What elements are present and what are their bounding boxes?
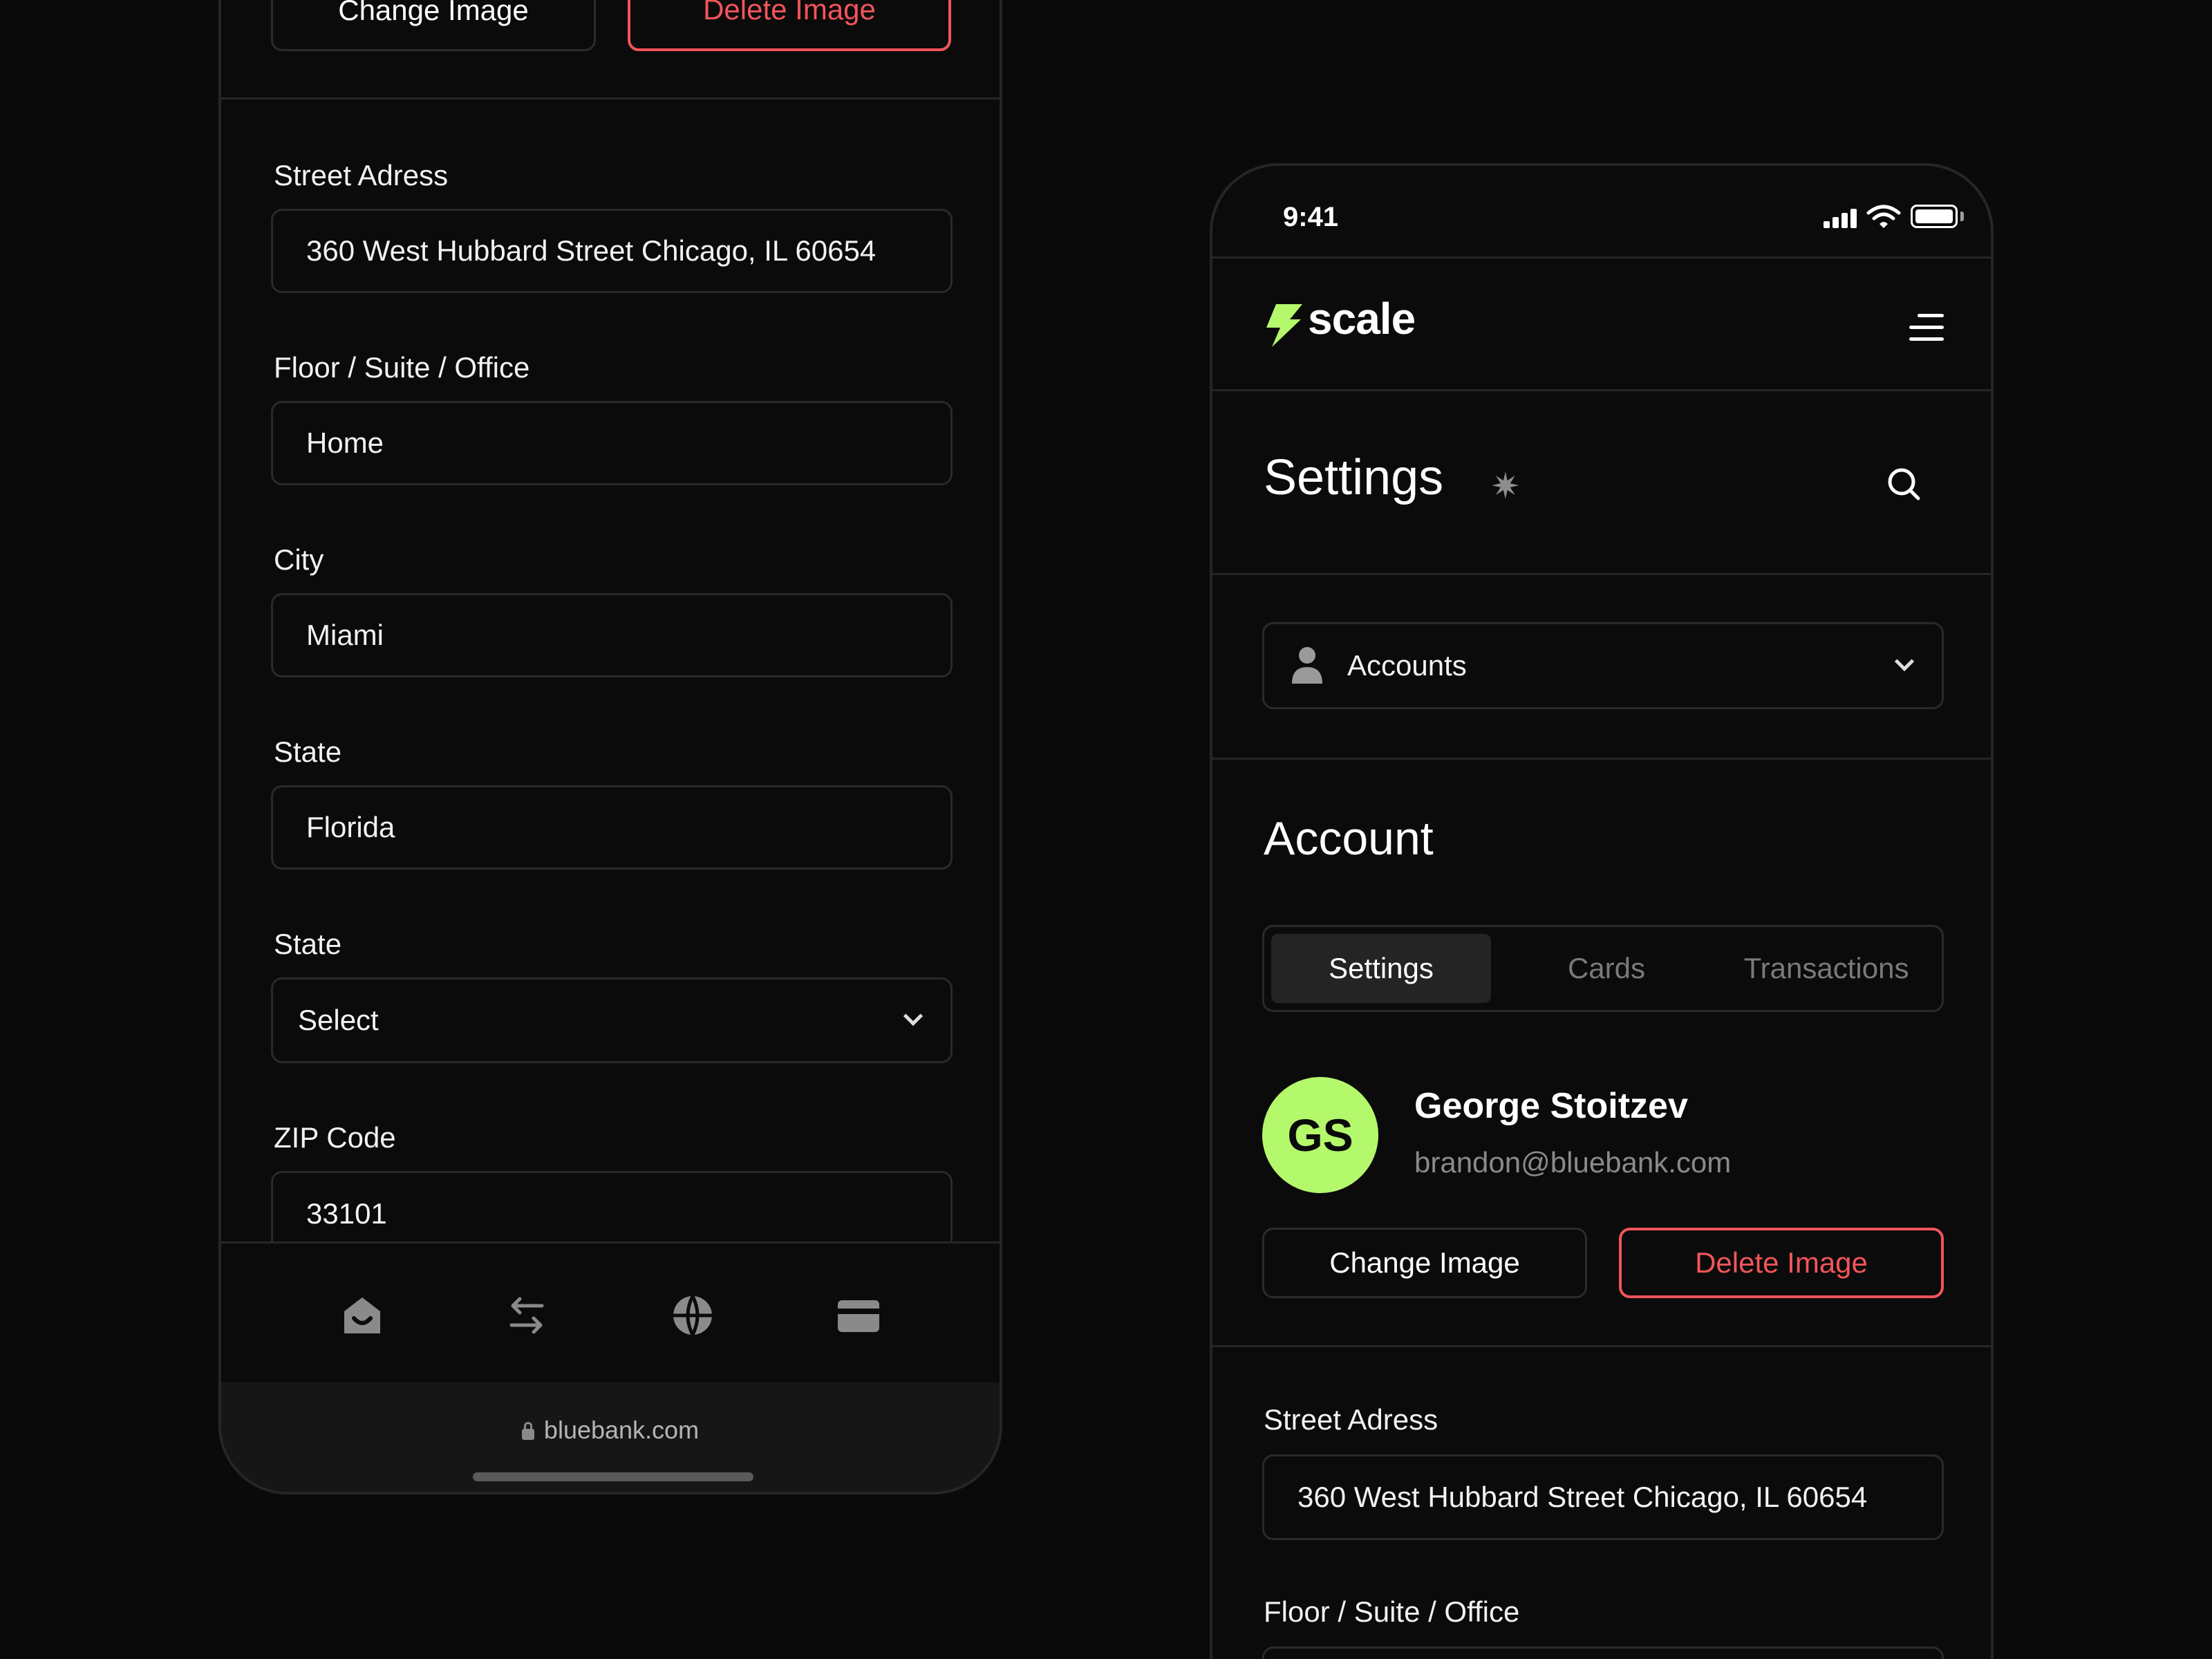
tab-transactions[interactable]: Transactions — [1716, 934, 1936, 1003]
floor-suite-label: Floor / Suite / Office — [1264, 1595, 1520, 1628]
section-title: Account — [1264, 812, 1434, 865]
browser-url[interactable]: bluebank.com — [221, 1416, 1000, 1445]
bolt-logo-icon — [1266, 304, 1302, 347]
url-text: bluebank.com — [543, 1416, 700, 1444]
app-header: scale — [1212, 259, 1991, 391]
delete-image-button[interactable]: Delete Image — [1619, 1228, 1944, 1298]
street-address-label: Street Adress — [1264, 1403, 1438, 1436]
wifi-icon — [1866, 205, 1901, 228]
home-indicator — [473, 1472, 753, 1481]
home-icon[interactable] — [340, 1293, 384, 1338]
state-input[interactable]: Florida — [271, 785, 953, 870]
tab-settings[interactable]: Settings — [1271, 934, 1491, 1003]
street-address-input[interactable]: 360 West Hubbard Street Chicago, IL 6065… — [271, 209, 953, 293]
user-icon — [1292, 647, 1322, 684]
tab-cards[interactable]: Cards — [1497, 934, 1716, 1003]
sparkle-icon: ✷ — [1490, 467, 1521, 507]
right-phone-screen: 9:41 scale Settings ✷ Accounts Account S… — [1210, 163, 1994, 1659]
transfer-arrows-icon[interactable] — [505, 1293, 549, 1338]
search-icon[interactable] — [1887, 467, 1920, 500]
user-name: George Stoitzev — [1414, 1086, 1688, 1126]
accounts-dropdown[interactable]: Accounts — [1262, 622, 1944, 709]
signal-icon — [1824, 209, 1859, 228]
street-address-input[interactable]: 360 West Hubbard Street Chicago, IL 6065… — [1262, 1454, 1944, 1540]
zip-code-label: ZIP Code — [274, 1121, 396, 1154]
delete-image-button[interactable]: Delete Image — [628, 0, 951, 51]
page-title: Settings — [1264, 450, 1444, 505]
chevron-down-icon — [903, 1006, 924, 1027]
status-bar: 9:41 — [1212, 166, 1991, 259]
account-tabs: Settings Cards Transactions — [1262, 925, 1944, 1012]
settings-header: Settings ✷ — [1212, 391, 1991, 575]
change-image-button[interactable]: Change Image — [271, 0, 596, 51]
floor-suite-input[interactable]: Home — [271, 401, 953, 485]
change-image-button[interactable]: Change Image — [1262, 1228, 1587, 1298]
floor-suite-input[interactable] — [1262, 1647, 1944, 1659]
status-time: 9:41 — [1283, 202, 1339, 232]
divider — [1212, 758, 1991, 760]
card-icon[interactable] — [836, 1293, 881, 1338]
user-email: brandon@bluebank.com — [1414, 1146, 1732, 1179]
brand-name: scale — [1308, 294, 1416, 344]
chevron-down-icon — [1894, 651, 1915, 672]
canvas: Change Image Delete Image Street Adress … — [0, 0, 2212, 1659]
state-label: State — [274, 735, 342, 768]
bottom-nav — [221, 1241, 1000, 1394]
floor-suite-label: Floor / Suite / Office — [274, 351, 530, 384]
battery-icon — [1911, 205, 1958, 228]
left-phone-screen: Change Image Delete Image Street Adress … — [218, 0, 1002, 1494]
avatar: GS — [1262, 1077, 1378, 1193]
image-actions: Change Image Delete Image — [271, 0, 951, 51]
city-input[interactable]: Miami — [271, 593, 953, 677]
globe-icon[interactable] — [671, 1293, 715, 1338]
lock-icon — [521, 1422, 534, 1440]
divider — [1212, 1345, 1991, 1347]
state-select-label: State — [274, 928, 342, 960]
accounts-dropdown-label: Accounts — [1347, 649, 1467, 682]
divider — [221, 97, 1000, 100]
state-select[interactable]: Select — [271, 977, 953, 1063]
city-label: City — [274, 543, 324, 576]
menu-icon[interactable] — [1909, 314, 1944, 341]
browser-bar: bluebank.com — [221, 1382, 1000, 1492]
state-select-value: Select — [298, 1004, 379, 1036]
street-address-label: Street Adress — [274, 159, 449, 191]
